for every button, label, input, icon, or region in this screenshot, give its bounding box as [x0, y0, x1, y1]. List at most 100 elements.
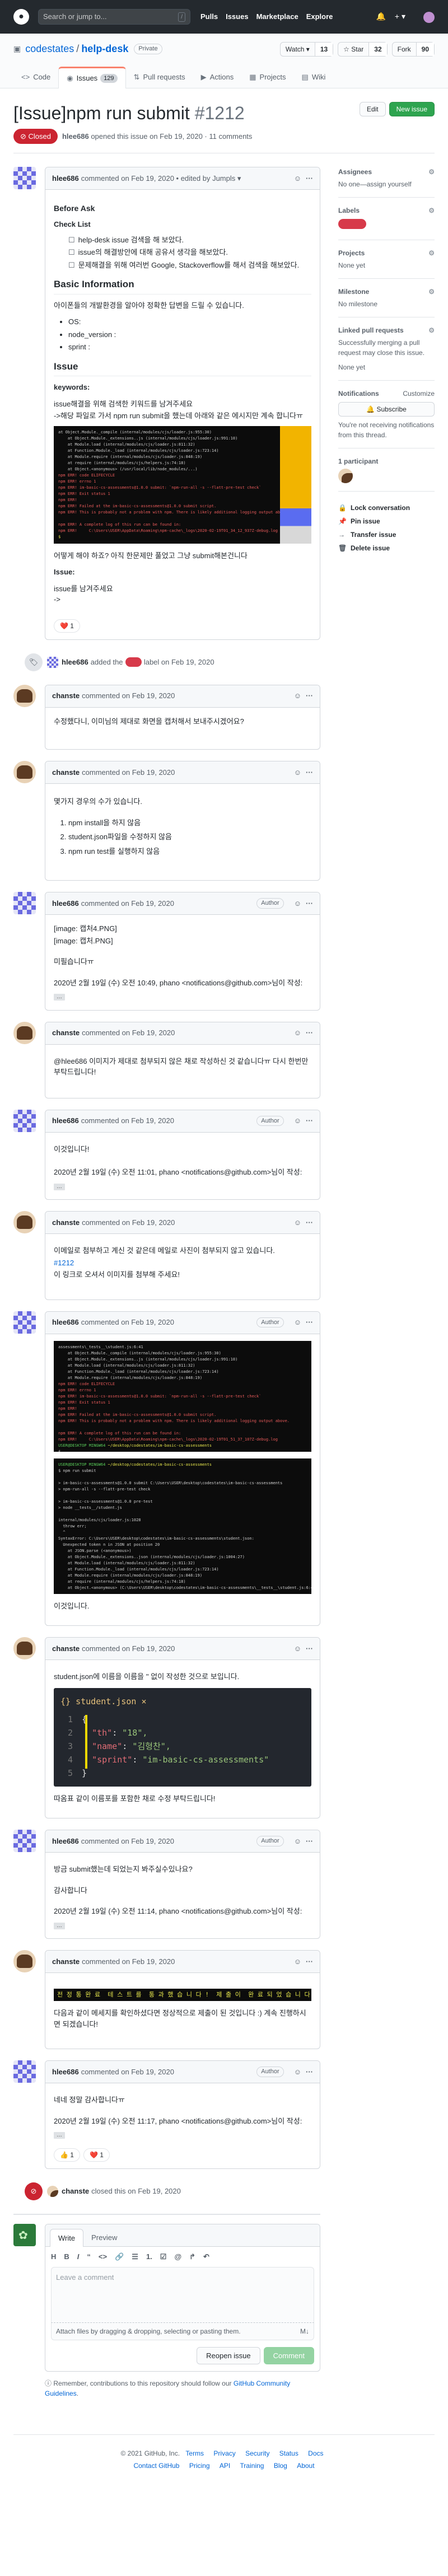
heart-reaction[interactable]: ❤️ 1: [54, 619, 80, 633]
code-editor-screenshot[interactable]: {} student.json × 1{ 2 "th": "18", 3 "na…: [54, 1687, 311, 1787]
nav-explore[interactable]: Explore: [306, 11, 333, 22]
gear-icon[interactable]: ⚙: [428, 167, 435, 177]
kebab-menu-icon[interactable]: ···: [306, 690, 313, 702]
comment-author-link[interactable]: hlee686: [52, 898, 79, 909]
tab-issues[interactable]: ◉ Issues 129: [58, 67, 126, 88]
milestone-heading[interactable]: Milestone: [338, 287, 369, 297]
footer-link[interactable]: API: [220, 2462, 230, 2470]
unordered-list-icon[interactable]: ☰: [132, 2251, 138, 2262]
smiley-icon[interactable]: ☺: [294, 1317, 301, 1328]
pin-issue-button[interactable]: 📌 Pin issue: [338, 516, 435, 526]
event-actor[interactable]: hlee686: [62, 657, 88, 668]
hidden-text-toggle[interactable]: …: [54, 1922, 65, 1929]
avatar[interactable]: [13, 1109, 36, 1132]
kebab-menu-icon[interactable]: ···: [306, 1956, 313, 1967]
avatar[interactable]: [13, 1211, 36, 1233]
avatar[interactable]: [13, 1021, 36, 1044]
new-issue-button[interactable]: New issue: [389, 101, 435, 116]
comment-author-link[interactable]: hlee686: [52, 1317, 79, 1328]
comment-meta[interactable]: commented on Feb 19, 2020: [81, 1836, 174, 1847]
assignees-heading[interactable]: Assignees: [338, 167, 372, 177]
avatar[interactable]: [13, 1637, 36, 1659]
bell-icon[interactable]: 🔔: [376, 11, 385, 22]
kebab-menu-icon[interactable]: ···: [306, 1027, 313, 1039]
footer-link[interactable]: Status: [279, 2449, 298, 2457]
star-button[interactable]: ☆ Star 32: [338, 41, 388, 57]
comment-author-link[interactable]: hlee686: [52, 1115, 79, 1126]
heading-icon[interactable]: H: [51, 2251, 56, 2262]
nav-issues[interactable]: Issues: [226, 11, 248, 22]
kebab-menu-icon[interactable]: ···: [306, 898, 313, 909]
comment-meta[interactable]: commented on Feb 19, 2020: [82, 1956, 175, 1967]
comment-meta[interactable]: commented on Feb 19, 2020: [81, 2067, 174, 2078]
smiley-icon[interactable]: ☺: [294, 1956, 301, 1967]
smiley-icon[interactable]: ☺: [294, 767, 301, 778]
kebab-menu-icon[interactable]: ···: [306, 1643, 313, 1654]
subscribe-button[interactable]: 🔔 Subscribe: [338, 402, 435, 417]
nav-pulls[interactable]: Pulls: [200, 11, 218, 22]
footer-link[interactable]: Training: [240, 2462, 264, 2470]
comment-meta[interactable]: commented on Feb 19, 2020: [82, 690, 175, 702]
smiley-icon[interactable]: ☺: [294, 690, 301, 702]
screenshot-image[interactable]: assessments\_tests__\student.js:6:41 at …: [54, 1340, 311, 1452]
footer-link[interactable]: Privacy: [213, 2449, 235, 2457]
comment-author-link[interactable]: chanste: [52, 1027, 80, 1039]
error-screenshot[interactable]: at Object.Module._compile (internal/modu…: [54, 426, 311, 544]
issue-link[interactable]: #1212: [54, 1257, 311, 1269]
tab-actions[interactable]: ▶ Actions: [193, 67, 242, 88]
avatar[interactable]: [47, 2185, 58, 2197]
smiley-icon[interactable]: ☺: [294, 2067, 301, 2078]
footer-link[interactable]: About: [297, 2462, 314, 2470]
comment-author-link[interactable]: chanste: [52, 690, 80, 702]
search-input[interactable]: Search or jump to... /: [38, 9, 190, 25]
comment-meta[interactable]: commented on Feb 19, 2020 • edited by Ju…: [81, 173, 241, 184]
kebab-menu-icon[interactable]: ···: [306, 1836, 313, 1847]
avatar[interactable]: [13, 167, 36, 189]
reference-icon[interactable]: ↱: [189, 2251, 195, 2262]
ordered-list-icon[interactable]: 1.: [146, 2251, 152, 2262]
footer-link[interactable]: Blog: [274, 2462, 287, 2470]
fork-button[interactable]: Fork 90: [391, 41, 435, 57]
comment-meta[interactable]: commented on Feb 19, 2020: [81, 898, 174, 909]
footer-link[interactable]: Contact GitHub: [133, 2462, 179, 2470]
comment-author-link[interactable]: chanste: [52, 767, 80, 778]
avatar[interactable]: [338, 469, 353, 483]
comment-author-link[interactable]: chanste: [52, 1643, 80, 1654]
comment-author-link[interactable]: hlee686: [52, 173, 79, 184]
transfer-issue-button[interactable]: → Transfer issue: [338, 530, 435, 540]
comment-author-link[interactable]: hlee686: [52, 1836, 79, 1847]
kebab-menu-icon[interactable]: ···: [306, 1217, 313, 1228]
footer-link[interactable]: Pricing: [189, 2462, 210, 2470]
comment-author-link[interactable]: chanste: [52, 1956, 80, 1967]
tab-code[interactable]: <> Code: [13, 67, 58, 88]
avatar[interactable]: [13, 2060, 36, 2083]
markdown-icon[interactable]: M↓: [300, 2326, 309, 2336]
kebab-menu-icon[interactable]: ···: [306, 1115, 313, 1126]
projects-heading[interactable]: Projects: [338, 248, 365, 258]
task-item[interactable]: issue의 해결방안에 대해 공유서 생각을 해보았다.: [68, 247, 311, 258]
comment-author-link[interactable]: hlee686: [52, 2067, 79, 2078]
github-logo-icon[interactable]: ●: [13, 9, 29, 25]
repo-name-link[interactable]: help-desk: [81, 41, 128, 57]
footer-link[interactable]: Security: [245, 2449, 269, 2457]
avatar[interactable]: [13, 892, 36, 914]
smiley-icon[interactable]: ☺: [294, 1217, 301, 1228]
star-count[interactable]: 32: [368, 42, 387, 56]
gear-icon[interactable]: ⚙: [428, 325, 435, 335]
italic-icon[interactable]: I: [77, 2251, 80, 2262]
hidden-text-toggle[interactable]: …: [54, 2132, 65, 2139]
nav-marketplace[interactable]: Marketplace: [256, 11, 298, 22]
plus-icon[interactable]: + ▾: [395, 11, 405, 22]
comment-author-link[interactable]: chanste: [52, 1217, 80, 1228]
footer-link[interactable]: Terms: [185, 2449, 204, 2457]
kebab-menu-icon[interactable]: ···: [306, 1317, 313, 1328]
task-item[interactable]: help-desk issue 검색을 해 보았다.: [68, 235, 311, 246]
gear-icon[interactable]: ⚙: [428, 287, 435, 297]
smiley-icon[interactable]: ☺: [294, 1115, 301, 1126]
comment-button[interactable]: Comment: [263, 2346, 314, 2364]
avatar[interactable]: ✿: [13, 2223, 36, 2246]
attach-files-bar[interactable]: Attach files by dragging & dropping, sel…: [51, 2322, 314, 2340]
label-badge[interactable]: [338, 219, 366, 229]
smiley-icon[interactable]: ☺: [294, 173, 301, 184]
comment-meta[interactable]: commented on Feb 19, 2020: [82, 767, 175, 778]
